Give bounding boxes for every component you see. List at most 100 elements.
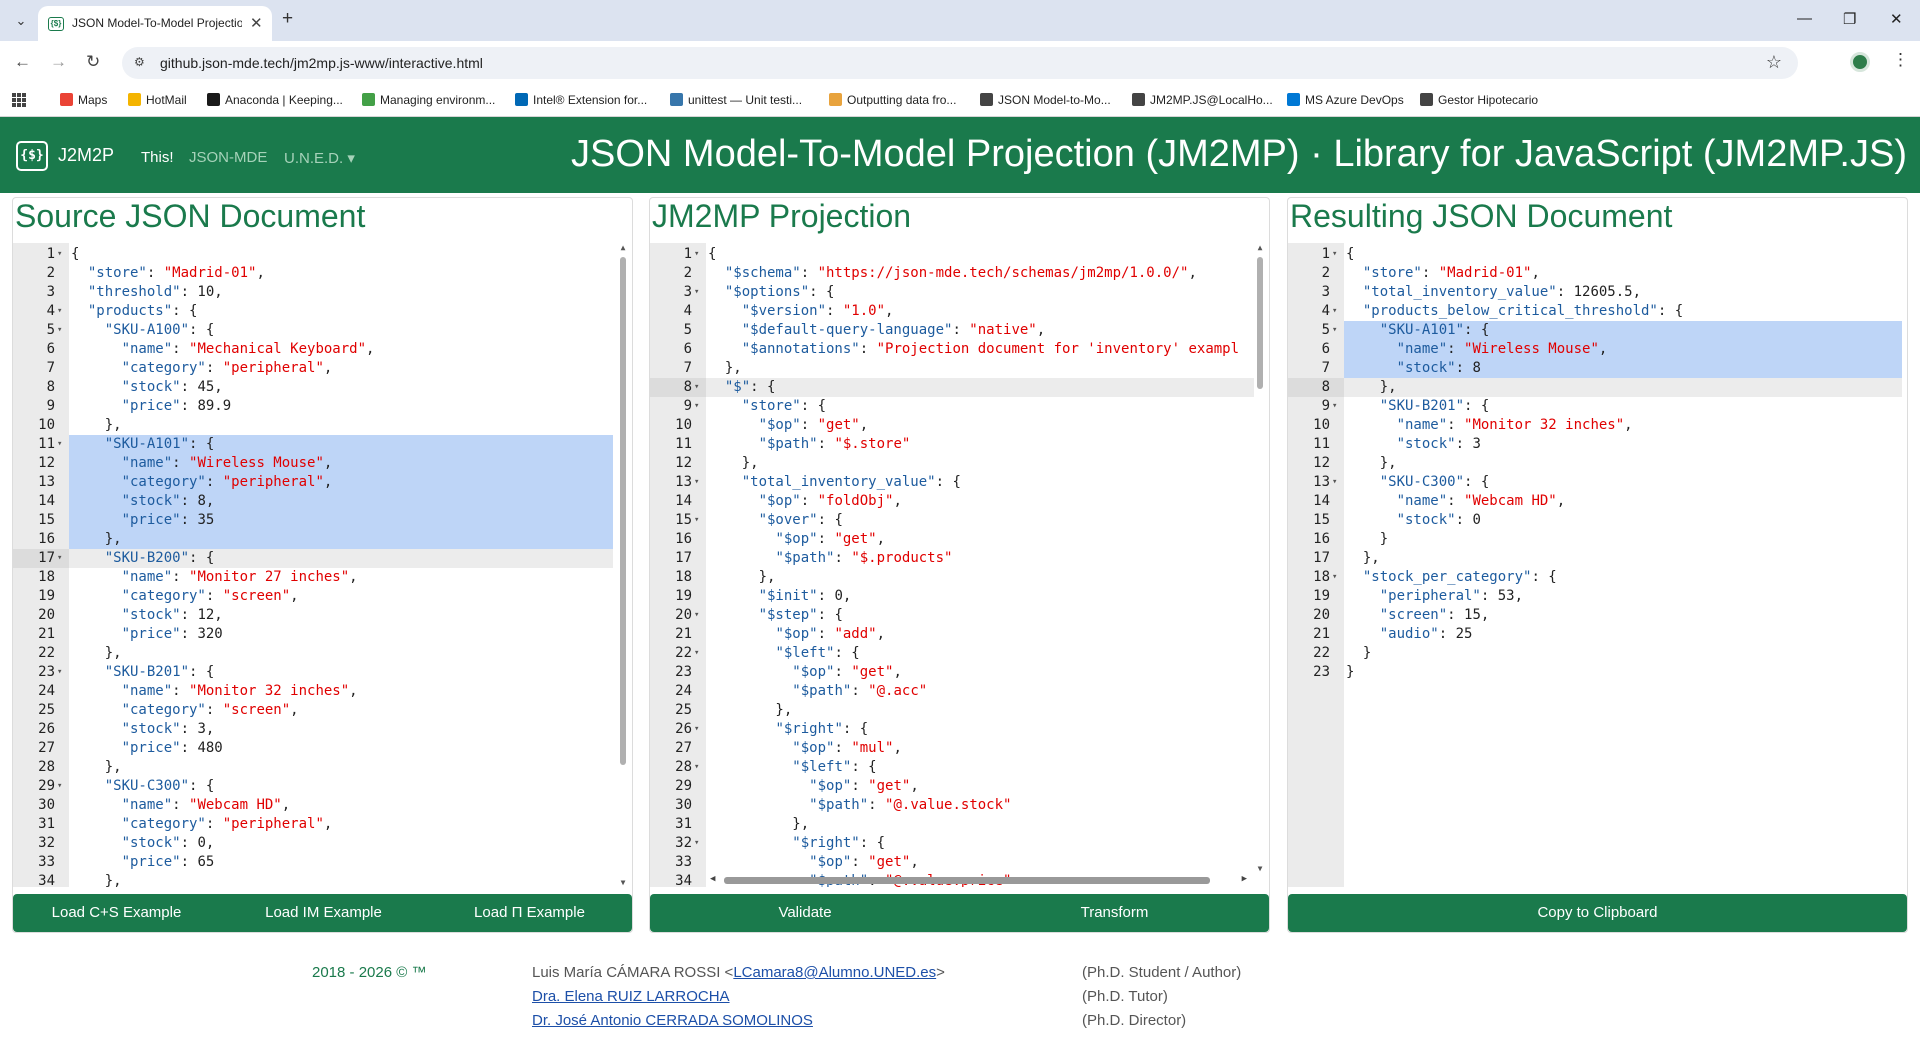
bookmark-item[interactable]: Intel® Extension for... bbox=[515, 93, 647, 107]
code-line[interactable]: 1 ▾{ bbox=[650, 245, 1269, 264]
code-line[interactable]: 17 ▾ "SKU-B200": { bbox=[13, 549, 632, 568]
code-line[interactable]: 17 "$path": "$.products" bbox=[650, 549, 1269, 568]
validate-button[interactable]: Validate bbox=[650, 894, 960, 932]
transform-button[interactable]: Transform bbox=[960, 894, 1269, 932]
code-line[interactable]: 1 ▾{ bbox=[1288, 245, 1907, 264]
fold-toggle-icon[interactable]: ▾ bbox=[57, 435, 67, 454]
scroll-down-icon[interactable]: ▼ bbox=[1254, 864, 1266, 873]
bookmark-item[interactable]: Managing environm... bbox=[362, 93, 495, 107]
code-line[interactable]: 6 "name": "Wireless Mouse", bbox=[1288, 340, 1907, 359]
scroll-down-icon[interactable]: ▼ bbox=[617, 878, 629, 887]
code-line[interactable]: 20 "screen": 15, bbox=[1288, 606, 1907, 625]
author-email-link[interactable]: LCamara8@Alumno.UNED.es bbox=[733, 964, 936, 981]
code-line[interactable]: 12 "name": "Wireless Mouse", bbox=[13, 454, 632, 473]
code-line[interactable]: 3 "threshold": 10, bbox=[13, 283, 632, 302]
bookmark-item[interactable]: Anaconda | Keeping... bbox=[207, 93, 343, 107]
url-text[interactable]: github.json-mde.tech/jm2mp.js-www/intera… bbox=[160, 55, 483, 71]
reload-icon[interactable]: ↻ bbox=[86, 52, 100, 72]
fold-toggle-icon[interactable]: ▾ bbox=[1332, 473, 1342, 492]
code-line[interactable]: 15 "stock": 0 bbox=[1288, 511, 1907, 530]
code-line[interactable]: 4 ▾ "products_below_critical_threshold": … bbox=[1288, 302, 1907, 321]
code-line[interactable]: 15 ▾ "$over": { bbox=[650, 511, 1269, 530]
code-line[interactable]: 30 "$path": "@.value.stock" bbox=[650, 796, 1269, 815]
director-link[interactable]: Dr. José Antonio CERRADA SOMOLINOS bbox=[532, 1012, 813, 1029]
nav-link-this[interactable]: This! bbox=[141, 149, 174, 166]
code-line[interactable]: 11 ▾ "SKU-A101": { bbox=[13, 435, 632, 454]
fold-toggle-icon[interactable]: ▾ bbox=[57, 777, 67, 796]
fold-toggle-icon[interactable]: ▾ bbox=[694, 245, 704, 264]
code-line[interactable]: 8 }, bbox=[1288, 378, 1907, 397]
fold-toggle-icon[interactable]: ▾ bbox=[57, 663, 67, 682]
tab-search-icon[interactable]: ⌄ bbox=[10, 10, 32, 32]
fold-toggle-icon[interactable]: ▾ bbox=[694, 834, 704, 853]
window-close-icon[interactable]: ✕ bbox=[1890, 10, 1903, 28]
code-line[interactable]: 28 ▾ "$left": { bbox=[650, 758, 1269, 777]
code-line[interactable]: 3 "total_inventory_value": 12605.5, bbox=[1288, 283, 1907, 302]
bookmark-item[interactable]: Outputting data fro... bbox=[829, 93, 956, 107]
code-line[interactable]: 8 "stock": 45, bbox=[13, 378, 632, 397]
scroll-left-icon[interactable]: ◀ bbox=[710, 874, 715, 884]
code-line[interactable]: 5 ▾ "SKU-A101": { bbox=[1288, 321, 1907, 340]
fold-toggle-icon[interactable]: ▾ bbox=[57, 245, 67, 264]
brand-name[interactable]: J2M2P bbox=[58, 145, 114, 166]
code-line[interactable]: 25 }, bbox=[650, 701, 1269, 720]
fold-toggle-icon[interactable]: ▾ bbox=[694, 397, 704, 416]
code-line[interactable]: 27 "$op": "mul", bbox=[650, 739, 1269, 758]
code-line[interactable]: 31 "category": "peripheral", bbox=[13, 815, 632, 834]
tab-close-icon[interactable]: ✕ bbox=[250, 14, 263, 32]
scrollbar-thumb[interactable] bbox=[620, 257, 626, 765]
browser-menu-icon[interactable]: ⋮ bbox=[1892, 50, 1909, 70]
code-line[interactable]: 15 "price": 35 bbox=[13, 511, 632, 530]
fold-toggle-icon[interactable]: ▾ bbox=[694, 720, 704, 739]
code-line[interactable]: 21 "$op": "add", bbox=[650, 625, 1269, 644]
address-bar[interactable]: ⚙ github.json-mde.tech/jm2mp.js-www/inte… bbox=[122, 47, 1798, 79]
code-line[interactable]: 16 }, bbox=[13, 530, 632, 549]
fold-toggle-icon[interactable]: ▾ bbox=[694, 283, 704, 302]
code-line[interactable]: 20 ▾ "$step": { bbox=[650, 606, 1269, 625]
fold-toggle-icon[interactable]: ▾ bbox=[694, 473, 704, 492]
code-line[interactable]: 29 ▾ "SKU-C300": { bbox=[13, 777, 632, 796]
code-line[interactable]: 14 "name": "Webcam HD", bbox=[1288, 492, 1907, 511]
profile-avatar[interactable] bbox=[1850, 52, 1870, 72]
code-line[interactable]: 28 }, bbox=[13, 758, 632, 777]
code-line[interactable]: 23} bbox=[1288, 663, 1907, 682]
code-line[interactable]: 13 ▾ "SKU-C300": { bbox=[1288, 473, 1907, 492]
bookmark-item[interactable]: HotMail bbox=[128, 93, 187, 107]
code-line[interactable]: 18 "name": "Monitor 27 inches", bbox=[13, 568, 632, 587]
vertical-scrollbar[interactable]: ▲ ▼ bbox=[617, 243, 629, 887]
code-line[interactable]: 18 }, bbox=[650, 568, 1269, 587]
code-line[interactable]: 7 "category": "peripheral", bbox=[13, 359, 632, 378]
load-im-example-button[interactable]: Load IM Example bbox=[220, 894, 427, 932]
fold-toggle-icon[interactable]: ▾ bbox=[694, 758, 704, 777]
code-line[interactable]: 7 }, bbox=[650, 359, 1269, 378]
code-line[interactable]: 21 "price": 320 bbox=[13, 625, 632, 644]
bookmark-star-icon[interactable]: ☆ bbox=[1766, 52, 1782, 73]
code-line[interactable]: 4 "$version": "1.0", bbox=[650, 302, 1269, 321]
code-line[interactable]: 9 ▾ "store": { bbox=[650, 397, 1269, 416]
fold-toggle-icon[interactable]: ▾ bbox=[57, 321, 67, 340]
bookmark-item[interactable]: MS Azure DevOps bbox=[1287, 93, 1404, 107]
code-line[interactable]: 8 ▾ "$": { bbox=[650, 378, 1269, 397]
load-pi-example-button[interactable]: Load Π Example bbox=[427, 894, 632, 932]
minimize-icon[interactable]: — bbox=[1797, 10, 1812, 27]
code-line[interactable]: 22 ▾ "$left": { bbox=[650, 644, 1269, 663]
tutor-link[interactable]: Dra. Elena RUIZ LARROCHA bbox=[532, 988, 730, 1005]
horizontal-scrollbar[interactable]: ◀ ▶ bbox=[706, 873, 1251, 887]
code-line[interactable]: 26 "stock": 3, bbox=[13, 720, 632, 739]
code-line[interactable]: 21 "audio": 25 bbox=[1288, 625, 1907, 644]
code-line[interactable]: 9 ▾ "SKU-B201": { bbox=[1288, 397, 1907, 416]
load-cs-example-button[interactable]: Load C+S Example bbox=[13, 894, 220, 932]
code-line[interactable]: 27 "price": 480 bbox=[13, 739, 632, 758]
code-line[interactable]: 32 ▾ "$right": { bbox=[650, 834, 1269, 853]
code-line[interactable]: 19 "category": "screen", bbox=[13, 587, 632, 606]
fold-toggle-icon[interactable]: ▾ bbox=[1332, 397, 1342, 416]
code-line[interactable]: 24 "name": "Monitor 32 inches", bbox=[13, 682, 632, 701]
scroll-right-icon[interactable]: ▶ bbox=[1242, 874, 1247, 884]
bookmark-item[interactable]: JM2MP.JS@LocalHo... bbox=[1132, 93, 1273, 107]
nav-dropdown-uned[interactable]: U.N.E.D. ▾ bbox=[284, 149, 355, 167]
code-line[interactable]: 6 "$annotations": "Projection document f… bbox=[650, 340, 1269, 359]
fold-toggle-icon[interactable]: ▾ bbox=[694, 644, 704, 663]
code-line[interactable]: 25 "category": "screen", bbox=[13, 701, 632, 720]
back-icon[interactable]: ← bbox=[14, 52, 31, 72]
code-line[interactable]: 10 "$op": "get", bbox=[650, 416, 1269, 435]
